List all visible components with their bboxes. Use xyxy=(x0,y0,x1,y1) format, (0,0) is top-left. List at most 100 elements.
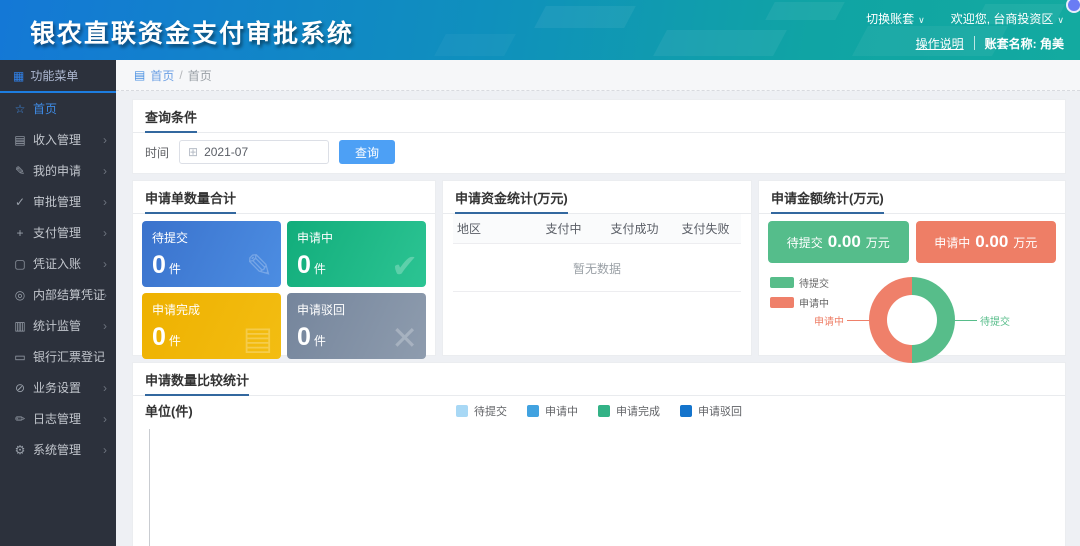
stat-card-rejected[interactable]: 申请驳回 0件 ✕ xyxy=(287,293,426,359)
query-panel-title: 查询条件 xyxy=(133,100,1065,133)
chart-legend-in-progress[interactable]: 申请中 xyxy=(527,403,578,419)
breadcrumb-home-link[interactable]: 首页 xyxy=(150,67,174,84)
help-link[interactable]: 操作说明 xyxy=(916,35,964,52)
sidebar-section-header: ▦ 功能菜单 xyxy=(0,60,116,93)
donut-chart-zone: 待提交 申请中 申请中 xyxy=(768,271,1056,375)
sidebar-item-log-management[interactable]: ✏ 日志管理 › xyxy=(0,403,116,434)
chevron-down-icon: ∨ xyxy=(1057,15,1064,25)
chart-legend-pending-submit[interactable]: 待提交 xyxy=(456,403,507,419)
sidebar-item-payment[interactable]: + 支付管理 › xyxy=(0,217,116,248)
amounts-panel-title: 申请金额统计(万元) xyxy=(759,181,1065,214)
legend-swatch-green xyxy=(598,405,610,417)
target-icon: ◎ xyxy=(13,288,27,302)
breadcrumb-separator: / xyxy=(179,68,182,82)
chevron-right-icon: › xyxy=(103,381,107,395)
donut-label-pending-submit: 待提交 xyxy=(980,313,1010,328)
leader-line xyxy=(955,320,977,321)
edit-note-icon: ✏ xyxy=(13,412,27,426)
chevron-right-icon: › xyxy=(103,133,107,147)
document-icon: ▤ xyxy=(243,319,273,357)
legend-swatch-darkblue xyxy=(680,405,692,417)
empty-data-text: 暂无数据 xyxy=(453,244,741,292)
header-decoration xyxy=(534,6,636,28)
chart-legend-completed[interactable]: 申请完成 xyxy=(598,403,660,419)
plus-move-icon: + xyxy=(13,226,27,240)
sidebar-item-business-settings[interactable]: ⊘ 业务设置 › xyxy=(0,372,116,403)
chevron-right-icon: › xyxy=(103,164,107,178)
floating-widget-dot[interactable] xyxy=(1066,0,1080,13)
time-label: 时间 xyxy=(145,144,169,161)
divider xyxy=(974,36,975,50)
header-decoration xyxy=(653,30,787,56)
stat-card-in-progress[interactable]: 申请中 0件 ✔ xyxy=(287,221,426,287)
column-header-paying: 支付中 xyxy=(528,220,599,237)
chevron-down-icon: ∨ xyxy=(918,15,925,25)
welcome-user-dropdown[interactable]: 欢迎您, 台商投资区∨ xyxy=(951,10,1064,27)
leader-line xyxy=(847,320,869,321)
calendar-icon: ⊞ xyxy=(188,145,198,159)
donut-chart xyxy=(869,277,955,363)
chart-legend-rejected[interactable]: 申请驳回 xyxy=(680,403,742,419)
column-header-failed: 支付失败 xyxy=(670,220,741,237)
document-icon: ▤ xyxy=(134,68,145,82)
document-icon: ▤ xyxy=(13,133,27,147)
grid-menu-icon: ▦ xyxy=(13,69,24,83)
edit-document-icon: ✎ xyxy=(246,247,273,285)
funds-table-header: 地区 支付中 支付成功 支付失败 xyxy=(453,214,741,244)
chevron-right-icon: › xyxy=(103,226,107,240)
comparison-chart-panel: 申请数量比较统计 单位(件) 待提交 申请中 xyxy=(132,362,1066,546)
stat-card-pending-submit[interactable]: 待提交 0件 ✎ xyxy=(142,221,281,287)
query-panel: 查询条件 时间 ⊞ 2021-07 查询 xyxy=(132,99,1066,174)
time-picker-input[interactable]: ⊞ 2021-07 xyxy=(179,140,329,164)
sidebar-item-statistics[interactable]: ▥ 统计监管 › xyxy=(0,310,116,341)
amounts-statistics-panel: 申请金额统计(万元) 待提交 0.00 万元 申请中 0.00 xyxy=(758,180,1066,356)
donut-label-in-progress: 申请中 xyxy=(814,313,844,328)
chevron-right-icon: › xyxy=(103,257,107,271)
funds-table: 地区 支付中 支付成功 支付失败 暂无数据 xyxy=(443,214,751,292)
amount-button-in-progress[interactable]: 申请中 0.00 万元 xyxy=(916,221,1057,263)
counts-panel-title: 申请单数量合计 xyxy=(133,181,435,214)
account-name-label: 账套名称: 角美 xyxy=(985,35,1064,52)
sidebar-item-internal-settlement[interactable]: ◎ 内部结算凭证 › xyxy=(0,279,116,310)
chevron-right-icon: › xyxy=(103,288,107,302)
search-button[interactable]: 查询 xyxy=(339,140,395,164)
chevron-right-icon: › xyxy=(103,319,107,333)
application-counts-panel: 申请单数量合计 待提交 0件 ✎ 申请中 0件 ✔ xyxy=(132,180,436,356)
amount-button-pending-submit[interactable]: 待提交 0.00 万元 xyxy=(768,221,909,263)
app-title: 银农直联资金支付审批系统 xyxy=(30,14,354,50)
time-picker-value: 2021-07 xyxy=(204,145,248,159)
sidebar-item-bank-draft[interactable]: ▭ 银行汇票登记 xyxy=(0,341,116,372)
gear-icon: ⚙ xyxy=(13,443,27,457)
sidebar-item-approval[interactable]: ✓ 审批管理 › xyxy=(0,186,116,217)
check-icon: ✓ xyxy=(13,195,27,209)
column-header-success: 支付成功 xyxy=(599,220,670,237)
home-star-icon: ☆ xyxy=(13,102,27,116)
chevron-right-icon: › xyxy=(103,412,107,426)
app-window: 银农直联资金支付审批系统 切换账套∨ 欢迎您, 台商投资区∨ 操作说明 账套名称… xyxy=(0,0,1080,546)
sidebar-item-voucher-entry[interactable]: ▢ 凭证入账 › xyxy=(0,248,116,279)
stat-card-completed[interactable]: 申请完成 0件 ▤ xyxy=(142,293,281,359)
funds-statistics-panel: 申请资金统计(万元) 地区 支付中 支付成功 支付失败 暂无数据 xyxy=(442,180,752,356)
sidebar-item-my-applications[interactable]: ✎ 我的申请 › xyxy=(0,155,116,186)
briefcase-icon: ▢ xyxy=(13,257,27,271)
card-icon: ▭ xyxy=(13,350,27,364)
chevron-right-icon: › xyxy=(103,443,107,457)
list-check-icon: ✔ xyxy=(391,247,418,285)
sidebar-item-system-management[interactable]: ⚙ 系统管理 › xyxy=(0,434,116,465)
sidebar-item-home[interactable]: ☆ 首页 xyxy=(0,93,116,124)
legend-swatch-lightblue xyxy=(456,405,468,417)
breadcrumb-current: 首页 xyxy=(188,67,212,84)
sidebar-item-income[interactable]: ▤ 收入管理 › xyxy=(0,124,116,155)
document-reject-icon: ✕ xyxy=(391,319,418,357)
main-area: ▤ 首页 / 首页 查询条件 时间 ⊞ 2021-07 查询 xyxy=(116,60,1080,546)
chevron-right-icon: › xyxy=(103,195,107,209)
header-decoration xyxy=(434,34,516,56)
paperclip-icon: ⊘ xyxy=(13,381,27,395)
pencil-icon: ✎ xyxy=(13,164,27,178)
switch-account-dropdown[interactable]: 切换账套∨ xyxy=(866,10,925,27)
header-decoration xyxy=(765,2,845,20)
column-header-region: 地区 xyxy=(453,220,528,237)
app-header: 银农直联资金支付审批系统 切换账套∨ 欢迎您, 台商投资区∨ 操作说明 账套名称… xyxy=(0,0,1080,60)
bar-chart-icon: ▥ xyxy=(13,319,27,333)
sidebar: ▦ 功能菜单 ☆ 首页 ▤ 收入管理 › ✎ 我的申请 › ✓ 审批管理 › +… xyxy=(0,60,116,546)
